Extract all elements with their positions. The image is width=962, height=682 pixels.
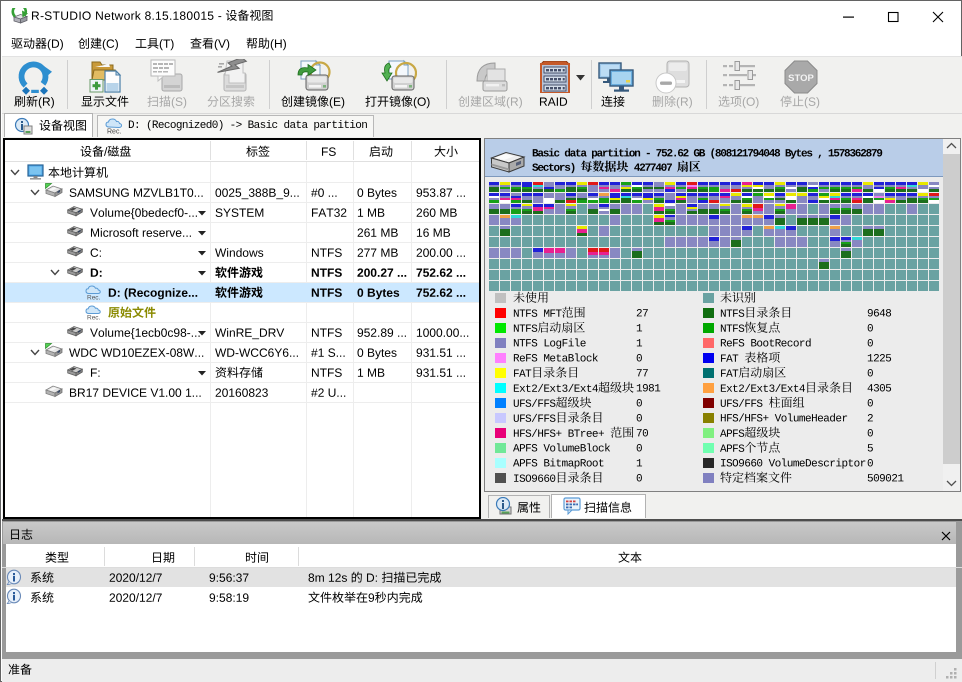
svg-text:Rec.: Rec.: [107, 129, 121, 136]
svg-text:Rec.: Rec.: [87, 315, 101, 322]
svg-text:Rec.: Rec.: [87, 295, 101, 302]
svg-text:STOP: STOP: [788, 73, 814, 84]
